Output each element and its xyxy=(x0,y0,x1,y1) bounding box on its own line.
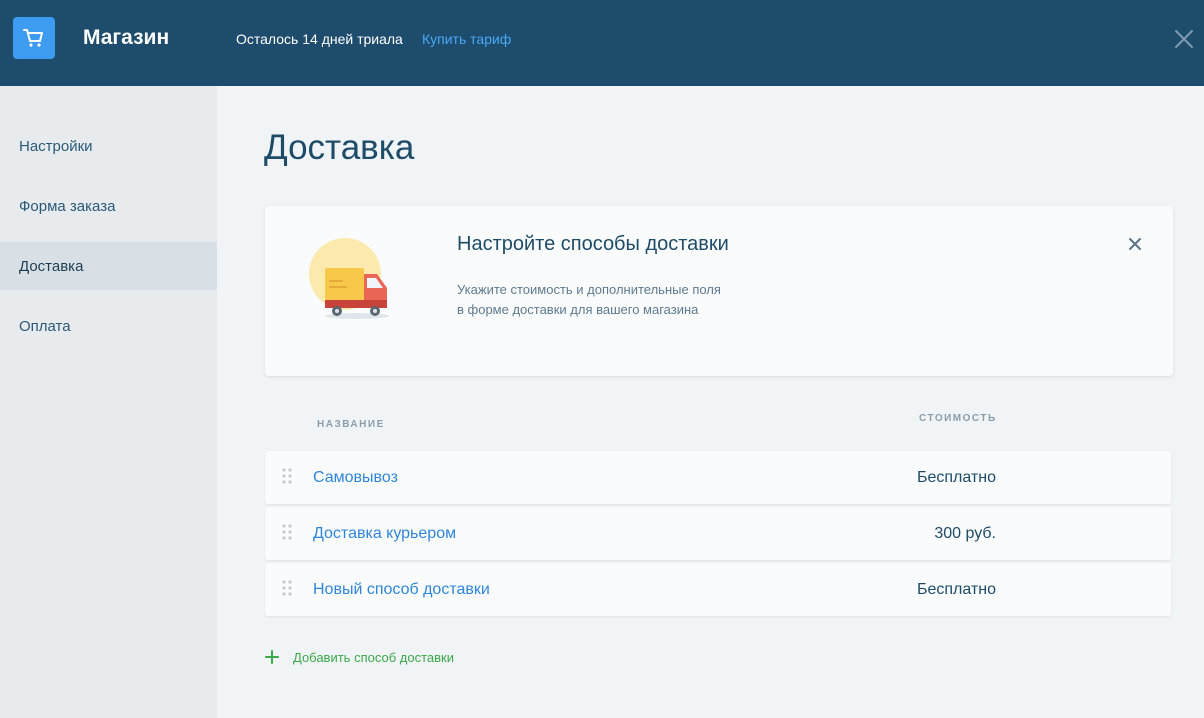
add-delivery-method-label: Добавить способ доставки xyxy=(293,649,454,665)
delivery-method-price: 300 руб. xyxy=(934,525,996,542)
sidebar-item-label: Оплата xyxy=(19,317,71,335)
sidebar-item-label: Настройки xyxy=(19,137,93,155)
sidebar-item-label: Форма заказа xyxy=(19,197,116,215)
sidebar-item-payment[interactable]: Оплата xyxy=(0,302,217,350)
page-title: Доставка xyxy=(264,128,415,167)
sidebar-item-settings[interactable]: Настройки xyxy=(0,122,217,170)
delivery-method-row[interactable]: Новый способ доставки Бесплатно xyxy=(265,563,1171,616)
app-title: Магазин xyxy=(83,26,170,49)
cart-icon xyxy=(23,29,43,47)
dismiss-card-button[interactable] xyxy=(1127,236,1143,252)
column-header-name: НАЗВАНИЕ xyxy=(317,419,385,430)
drag-handle-icon[interactable] xyxy=(281,468,293,484)
drag-handle-icon[interactable] xyxy=(281,524,293,540)
sidebar-item-order-form[interactable]: Форма заказа xyxy=(0,182,217,230)
top-header: Магазин Осталось 14 дней триала Купить т… xyxy=(0,0,1204,86)
add-delivery-method-button[interactable]: Добавить способ доставки xyxy=(265,647,454,667)
promo-title: Настройте способы доставки xyxy=(457,233,729,255)
sidebar-item-delivery[interactable]: Доставка xyxy=(0,242,217,290)
promo-description: Укажите стоимость и дополнительные поля … xyxy=(457,280,817,320)
delivery-method-price: Бесплатно xyxy=(916,469,996,486)
delivery-method-price: Бесплатно xyxy=(916,581,996,598)
column-header-cost: СТОИМОСТЬ xyxy=(919,413,997,424)
close-button[interactable] xyxy=(1172,27,1196,51)
delivery-method-name[interactable]: Самовывоз xyxy=(313,451,398,504)
trial-status-text: Осталось 14 дней триала xyxy=(236,31,403,47)
delivery-method-name[interactable]: Доставка курьером xyxy=(313,507,456,560)
shop-logo[interactable] xyxy=(13,17,55,59)
delivery-setup-card: Настройте способы доставки Укажите стоим… xyxy=(265,206,1173,376)
delivery-truck-icon xyxy=(309,238,389,319)
promo-description-line: Укажите стоимость и дополнительные поля xyxy=(457,282,721,297)
close-icon xyxy=(1175,30,1193,48)
delivery-method-name[interactable]: Новый способ доставки xyxy=(313,563,490,616)
delivery-method-row[interactable]: Доставка курьером 300 руб. xyxy=(265,507,1171,560)
buy-plan-link[interactable]: Купить тариф xyxy=(422,31,511,47)
sidebar-item-label: Доставка xyxy=(19,257,84,275)
sidebar: Настройки Форма заказа Доставка Оплата xyxy=(0,86,217,718)
delivery-method-row[interactable]: Самовывоз Бесплатно xyxy=(265,451,1171,504)
plus-icon xyxy=(265,650,279,664)
close-icon xyxy=(1129,238,1141,250)
promo-description-line: в форме доставки для вашего магазина xyxy=(457,302,699,317)
drag-handle-icon[interactable] xyxy=(281,580,293,596)
